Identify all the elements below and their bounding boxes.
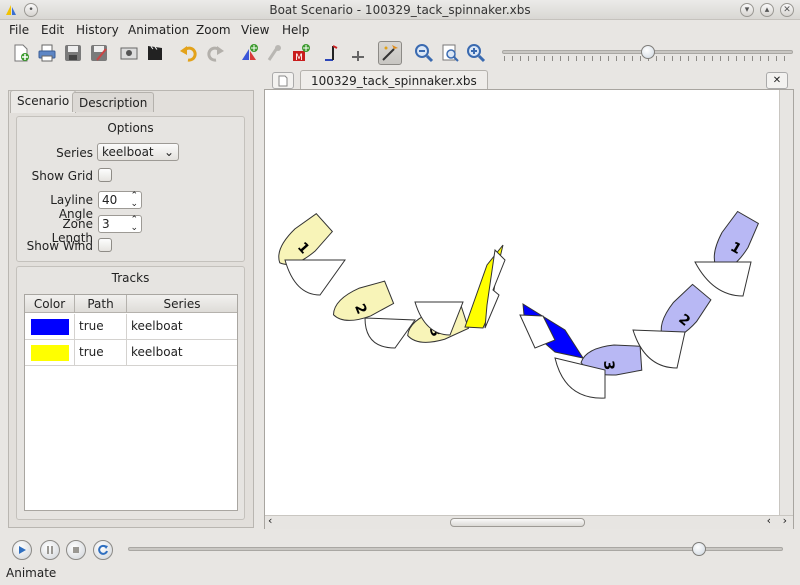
vertical-scrollbar[interactable] (779, 90, 793, 515)
add-track-icon[interactable] (237, 41, 261, 65)
series-select-value: keelboat (102, 145, 154, 159)
stop-button[interactable] (66, 540, 86, 560)
scroll-right-icon[interactable]: › (783, 514, 787, 527)
play-button[interactable] (12, 540, 32, 560)
status-text: Animate (6, 566, 57, 580)
show-wind-label: Show Wind (26, 239, 93, 253)
new-tab-icon (278, 75, 288, 86)
export-animation-icon[interactable] (143, 41, 167, 65)
play-icon (19, 546, 26, 554)
delete-point-icon[interactable] (346, 41, 370, 65)
table-row[interactable]: true keelboat (25, 314, 237, 340)
menu-bar: File Edit History Animation Zoom View He… (0, 20, 800, 40)
close-button[interactable]: ✕ (780, 3, 794, 17)
edit-mode-icon[interactable] (378, 41, 402, 65)
show-wind-checkbox[interactable] (98, 238, 112, 252)
spinnaker (364, 317, 416, 349)
delete-track-icon[interactable] (263, 41, 287, 65)
menu-edit[interactable]: Edit (41, 23, 64, 37)
color-swatch (31, 319, 69, 335)
zoom-fit-icon[interactable] (438, 41, 462, 65)
tab-description[interactable]: Description (72, 92, 155, 112)
pause-icon (47, 546, 53, 554)
save-as-icon[interactable] (87, 41, 111, 65)
maximize-button[interactable]: ▴ (760, 3, 774, 17)
pause-button[interactable] (40, 540, 60, 560)
color-cell[interactable] (25, 340, 75, 366)
new-tab-button[interactable] (272, 72, 294, 89)
scenario-canvas[interactable]: 1 2 3 3 (264, 89, 794, 529)
document-tab-bar: 100329_tack_spinnaker.xbs ✕ (264, 70, 794, 90)
loop-icon (98, 544, 108, 555)
export-image-icon[interactable] (117, 41, 141, 65)
minimize-button[interactable]: ▾ (740, 3, 754, 17)
scroll-left-icon[interactable]: ‹ (767, 514, 771, 527)
menu-file[interactable]: File (9, 23, 29, 37)
column-header-path[interactable]: Path (75, 295, 127, 313)
series-cell[interactable]: keelboat (127, 340, 237, 366)
chevron-down-icon: ⌄ (163, 145, 174, 159)
zoom-out-icon[interactable] (412, 41, 436, 65)
add-point-icon[interactable] (320, 41, 344, 65)
layline-angle-spinbox[interactable]: 40 ⌃ ⌄ (98, 191, 142, 209)
options-title: Options (107, 121, 154, 135)
svg-text:M: M (295, 53, 303, 63)
column-header-series[interactable]: Series (127, 295, 237, 313)
menu-animation[interactable]: Animation (128, 23, 189, 37)
new-file-icon[interactable] (9, 41, 33, 65)
zoom-in-icon[interactable] (464, 41, 488, 65)
column-header-color[interactable]: Color (25, 295, 75, 313)
menu-help[interactable]: Help (282, 23, 309, 37)
print-icon[interactable] (35, 41, 59, 65)
table-row[interactable]: true keelboat (25, 340, 237, 366)
undo-icon[interactable] (177, 41, 201, 65)
series-label: Series (56, 146, 93, 160)
spinnaker (694, 261, 752, 297)
menu-view[interactable]: View (241, 23, 269, 37)
zone-length-value: 3 (102, 217, 110, 231)
tracks-table: Color Path Series true keelboat true kee… (24, 294, 238, 511)
stop-icon (73, 547, 79, 553)
show-grid-checkbox[interactable] (98, 168, 112, 182)
color-cell[interactable] (25, 314, 75, 340)
menu-history[interactable]: History (76, 23, 119, 37)
window-title: Boat Scenario - 100329_tack_spinnaker.xb… (269, 3, 531, 17)
zoom-slider-handle[interactable] (640, 45, 655, 59)
scroll-left-icon[interactable]: ‹ (268, 514, 272, 527)
loop-button[interactable] (93, 540, 113, 560)
color-swatch (31, 345, 69, 361)
yellow-track: 1 2 3 (278, 213, 506, 349)
tab-scenario[interactable]: Scenario (10, 90, 77, 113)
path-cell[interactable]: true (75, 340, 127, 366)
series-cell[interactable]: keelboat (127, 314, 237, 340)
spinnaker (284, 259, 346, 296)
spin-arrows-icon[interactable]: ⌃ ⌄ (130, 216, 138, 233)
horizontal-scrollbar[interactable]: ‹ ‹ › (265, 514, 793, 529)
horizontal-scroll-thumb[interactable] (450, 518, 585, 527)
series-select[interactable]: keelboat ⌄ (97, 143, 179, 161)
document-tab[interactable]: 100329_tack_spinnaker.xbs (300, 70, 488, 90)
spin-arrows-icon[interactable]: ⌃ ⌄ (130, 192, 138, 209)
blue-track: 3 2 1 (519, 210, 760, 399)
menu-zoom[interactable]: Zoom (196, 23, 231, 37)
tracks-title: Tracks (111, 271, 150, 285)
layline-angle-value: 40 (102, 193, 118, 207)
boats-drawing[interactable]: 1 2 3 3 (265, 90, 779, 515)
redo-icon[interactable] (203, 41, 227, 65)
add-mark-icon[interactable]: M (289, 41, 313, 65)
path-cell[interactable]: true (75, 314, 127, 340)
zoom-slider[interactable] (500, 44, 795, 62)
title-bar: • Boat Scenario - 100329_tack_spinnaker.… (0, 0, 800, 20)
save-icon[interactable] (61, 41, 85, 65)
close-tab-button[interactable]: ✕ (766, 72, 788, 89)
show-grid-label: Show Grid (31, 169, 93, 183)
animation-timeline-handle[interactable] (692, 542, 707, 556)
zone-length-spinbox[interactable]: 3 ⌃ ⌄ (98, 215, 142, 233)
animation-timeline-slider[interactable] (128, 542, 783, 557)
